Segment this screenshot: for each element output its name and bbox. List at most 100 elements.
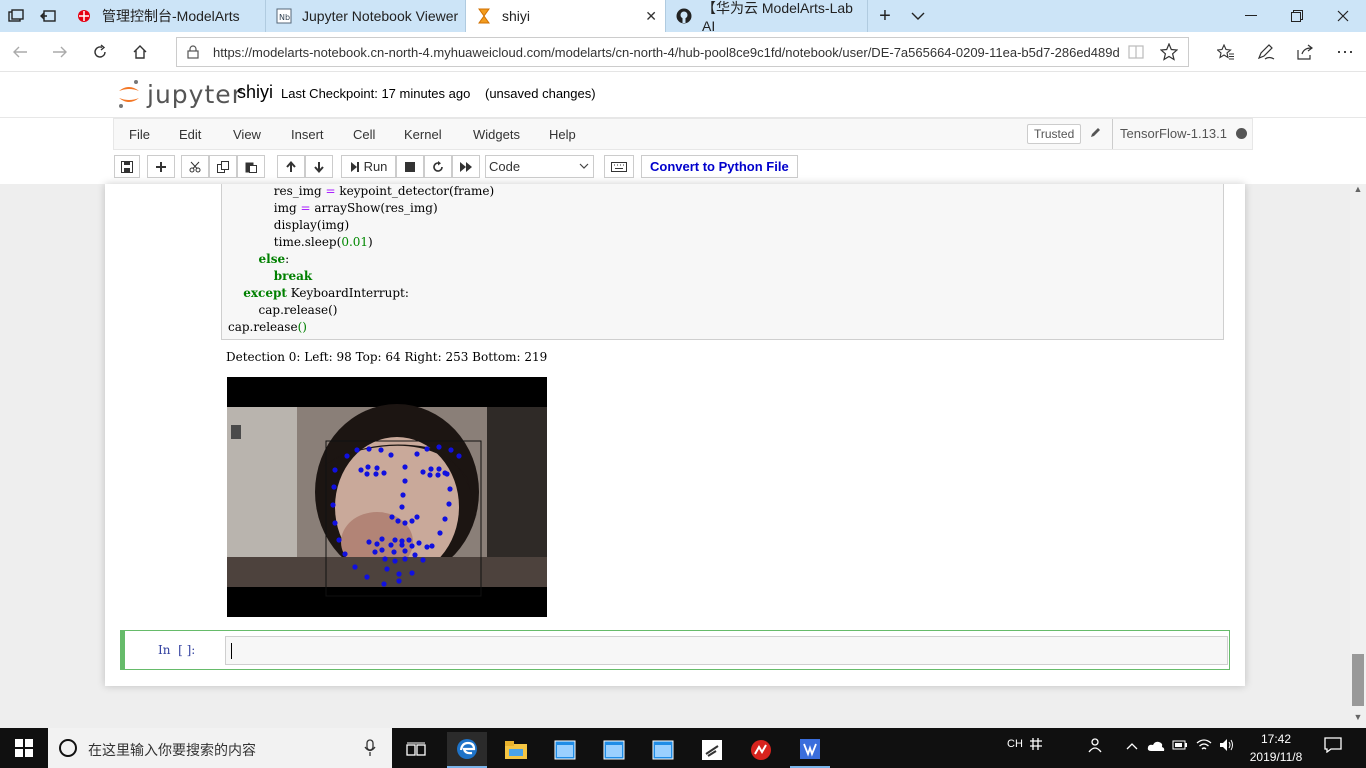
keypoint-dot [342, 551, 348, 557]
show-hidden-icons-icon[interactable] [1126, 739, 1138, 754]
menu-help[interactable]: Help [549, 127, 576, 142]
more-icon[interactable]: ⋯ [1333, 40, 1357, 64]
code-input-editor[interactable] [225, 636, 1228, 665]
arrow-down-icon [314, 161, 324, 173]
interrupt-button[interactable] [396, 155, 424, 178]
nbviewer-icon: Nb [276, 8, 292, 24]
move-up-button[interactable] [277, 155, 305, 178]
kernel-name[interactable]: TensorFlow-1.13.1 [1112, 119, 1227, 149]
tab-preview-chevron-icon[interactable] [908, 6, 928, 26]
copy-button[interactable] [209, 155, 237, 178]
keypoint-dot [366, 446, 372, 452]
windows-start-icon[interactable] [4, 730, 44, 766]
plus-icon [156, 161, 166, 172]
share-icon[interactable] [1293, 40, 1317, 64]
clock-date[interactable]: 2019/11/8 [1244, 750, 1308, 764]
keypoint-dot [442, 516, 448, 522]
insert-cell-button[interactable] [147, 155, 175, 178]
move-down-button[interactable] [305, 155, 333, 178]
active-code-cell[interactable]: In [ ]: [120, 630, 1230, 670]
favorites-icon[interactable] [1214, 40, 1238, 64]
windows-taskbar: 在这里输入你要搜索的内容 CH 17:42 2019/11/8 [0, 728, 1366, 768]
tab-notebook-viewer[interactable]: Nb Jupyter Notebook Viewer [266, 0, 466, 32]
tab-shiyi[interactable]: shiyi ✕ [466, 0, 666, 32]
address-bar[interactable]: https://modelarts-notebook.cn-north-4.my… [176, 37, 1189, 67]
edit-pencil-icon[interactable] [1090, 126, 1102, 141]
red-app-icon[interactable] [741, 732, 781, 768]
menu-view[interactable]: View [233, 127, 261, 142]
keypoint-dot [448, 447, 454, 453]
microphone-icon[interactable] [364, 739, 376, 760]
keypoint-dot [336, 537, 342, 543]
restart-run-all-button[interactable] [452, 155, 480, 178]
tab-manager-icon[interactable] [6, 6, 26, 26]
blue-app-icon[interactable] [790, 732, 830, 768]
keypoint-dot [406, 537, 412, 543]
paste-button[interactable] [237, 155, 265, 178]
keypoint-dot [395, 518, 401, 524]
restart-button[interactable] [424, 155, 452, 178]
battery-icon[interactable] [1172, 739, 1188, 754]
cut-button[interactable] [181, 155, 209, 178]
notes-app-icon[interactable] [692, 732, 732, 768]
run-button[interactable]: Run [341, 155, 396, 178]
home-icon[interactable] [128, 40, 152, 64]
tab-modelarts-console[interactable]: 管理控制台-ModelArts [66, 0, 266, 32]
command-palette-button[interactable] [604, 155, 634, 178]
code-cell-input[interactable]: res_img = keypoint_detector(frame) img =… [221, 184, 1224, 340]
page-scrollbar[interactable]: ▲ ▼ [1350, 184, 1366, 728]
restore-icon[interactable] [1274, 0, 1320, 32]
close-window-icon[interactable] [1320, 0, 1366, 32]
keypoint-dot [396, 578, 402, 584]
trusted-badge[interactable]: Trusted [1027, 124, 1082, 144]
menu-file[interactable]: File [129, 127, 150, 142]
menu-cell[interactable]: Cell [353, 127, 375, 142]
code-line: img = arrayShow(res_img) [273, 201, 438, 215]
minimize-icon[interactable] [1228, 0, 1274, 32]
clock-time[interactable]: 17:42 [1247, 732, 1305, 746]
convert-to-python-button[interactable]: Convert to Python File [641, 155, 798, 178]
keyboard-layout-icon[interactable] [1029, 737, 1043, 754]
refresh-icon[interactable] [88, 40, 112, 64]
save-button[interactable] [114, 155, 140, 178]
jupyter-logo[interactable]: jupyter [117, 79, 243, 109]
back-arrow-icon[interactable] [8, 40, 32, 64]
task-view-icon[interactable] [396, 732, 436, 768]
favorite-star-icon[interactable] [1159, 42, 1179, 64]
menu-kernel[interactable]: Kernel [404, 127, 442, 142]
edge-browser-icon[interactable] [447, 732, 487, 768]
new-tab-icon[interactable]: + [875, 5, 895, 27]
pen-notes-icon[interactable] [1254, 40, 1278, 64]
huawei-icon [76, 8, 92, 24]
close-tab-icon[interactable]: ✕ [645, 8, 657, 25]
volume-icon[interactable] [1219, 738, 1235, 755]
ime-indicator[interactable]: CH [1007, 738, 1023, 750]
menu-edit[interactable]: Edit [179, 127, 201, 142]
action-center-icon[interactable] [1324, 737, 1342, 756]
app-window-icon-3[interactable] [643, 732, 683, 768]
reading-view-icon[interactable] [1128, 45, 1144, 62]
menu-insert[interactable]: Insert [291, 127, 324, 142]
forward-arrow-icon[interactable] [48, 40, 72, 64]
taskbar-search-box[interactable]: 在这里输入你要搜索的内容 [48, 728, 392, 768]
cortana-icon [58, 738, 78, 761]
face-keypoint-output-image [227, 377, 547, 617]
wifi-icon[interactable] [1196, 738, 1212, 755]
notebook-name[interactable]: shiyi [237, 82, 273, 103]
app-window-icon-2[interactable] [594, 732, 634, 768]
app-window-icon[interactable] [545, 732, 585, 768]
people-icon[interactable] [1088, 737, 1106, 756]
tab-github[interactable]: 【华为云 ModelArts-Lab AI [666, 0, 868, 34]
set-tabs-aside-icon[interactable] [38, 6, 58, 26]
scroll-down-icon[interactable]: ▼ [1350, 712, 1366, 726]
text-cursor [231, 643, 232, 659]
cell-type-select[interactable]: Code [485, 155, 594, 178]
jupyter-toolbar: Run Code Convert to Python File [113, 150, 1253, 184]
keypoint-dot [384, 566, 390, 572]
menu-widgets[interactable]: Widgets [473, 127, 520, 142]
scroll-up-icon[interactable]: ▲ [1350, 184, 1366, 198]
file-explorer-icon[interactable] [496, 732, 536, 768]
jupyter-logo-icon [119, 80, 139, 108]
onedrive-cloud-icon[interactable] [1147, 740, 1165, 755]
scroll-thumb[interactable] [1352, 654, 1364, 706]
